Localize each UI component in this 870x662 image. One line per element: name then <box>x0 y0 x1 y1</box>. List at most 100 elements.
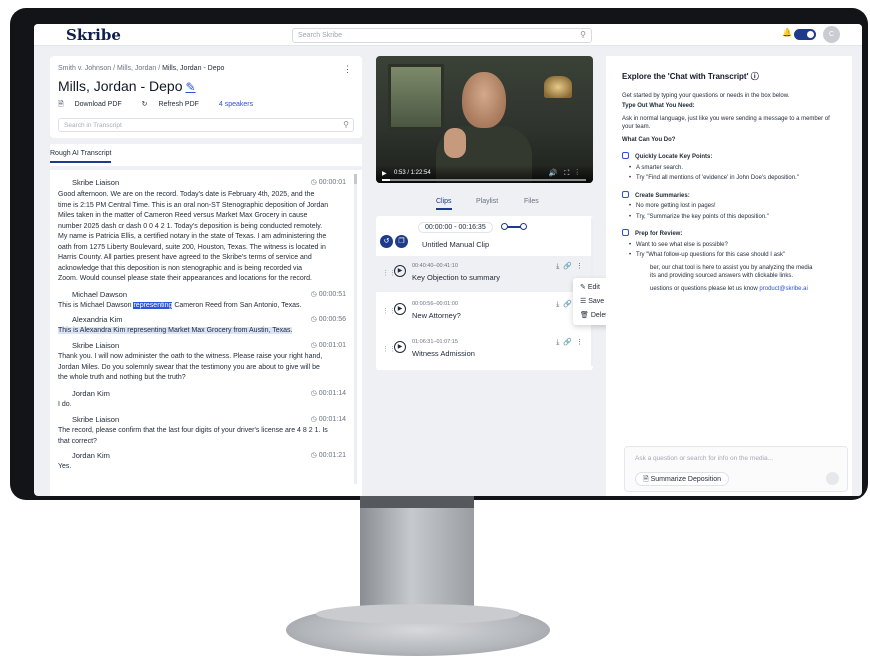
edit-pencil-icon[interactable]: ✎ <box>186 80 196 94</box>
timestamp[interactable]: ◷ 00:01:01 <box>311 341 346 349</box>
global-search-input[interactable]: Search Skribe ⚲ <box>292 28 592 43</box>
summarize-deposition-button[interactable]: 🗎 Summarize Deposition <box>635 472 730 486</box>
chat-outro-3: uestions or questions please let us know… <box>650 285 808 292</box>
more-vertical-icon[interactable]: ⋮ <box>343 64 352 75</box>
video-player[interactable]: ▶ 0:53 / 1:22:54 🔊⛶⋮ <box>376 56 593 183</box>
video-progress-bar[interactable] <box>382 179 586 181</box>
transcript-line: oath from 1275 Liberty Boulevard, suite … <box>58 243 326 251</box>
avatar[interactable]: C <box>823 26 840 43</box>
video-person-hand <box>444 128 466 158</box>
feature-bullet: Want to see what else is possible? <box>622 241 842 250</box>
feature-summaries: Create Summaries: <box>622 190 842 201</box>
info-icon[interactable]: ⓘ <box>751 72 759 81</box>
speaker-name: Skribe Liaison <box>72 341 120 350</box>
global-search-placeholder: Search Skribe <box>298 32 342 39</box>
timestamp[interactable]: ◷ 00:00:01 <box>311 178 346 186</box>
transcript-line: Harris County. All parties present have … <box>58 254 312 261</box>
tab-files[interactable]: Files <box>524 198 539 205</box>
loop-icon[interactable]: ↺ <box>380 235 393 248</box>
timestamp[interactable]: ◷ 00:00:56 <box>311 315 346 323</box>
copy-icon[interactable]: ❐ <box>395 235 408 248</box>
refresh-pdf-label: Refresh PDF <box>158 101 199 108</box>
clips-panel: ↺ ❐ 00:00:00 - 00:16:35 Untitled Manual C… <box>376 216 593 370</box>
page-title: Mills, Jordan - Depo ✎ <box>58 78 196 94</box>
transcript-line: Yes. <box>58 463 72 470</box>
speaker-name: Alexandria Kim <box>72 315 123 324</box>
monitor-stand-base-top <box>316 604 520 624</box>
clip-action-icons[interactable]: ⤓🔗⋮ <box>556 338 587 347</box>
send-icon[interactable] <box>826 472 839 485</box>
chat-input-box[interactable]: Ask a question or search for info on the… <box>624 446 848 492</box>
transcript-line: Thank you. I will now administer the oat… <box>58 353 323 360</box>
transcript-line: Zoom. Would counsel please state their a… <box>58 275 312 282</box>
feature-prep: Prep for Review: <box>622 229 842 239</box>
transcript-line: The record, please confirm that the last… <box>58 427 328 434</box>
timestamp[interactable]: ◷ 00:01:14 <box>311 389 346 397</box>
clip-range-input[interactable]: 00:00:00 - 00:16:35 <box>418 222 493 233</box>
tab-playlist[interactable]: Playlist <box>476 198 498 205</box>
app-logo[interactable]: Skribe <box>66 26 121 44</box>
volume-fullscreen-more-icons[interactable]: 🔊⛶⋮ <box>549 169 585 178</box>
deposition-header: Smith v. Johnson / Mills, Jordan / Mills… <box>50 56 362 138</box>
chat-heading: Explore the 'Chat with Transcript' ⓘ <box>622 72 759 81</box>
search-highlight: representing <box>133 302 173 309</box>
refresh-icon: ↻ <box>141 101 148 108</box>
chat-intro: Explore the 'Chat with Transcript' ⓘ Get… <box>622 72 842 293</box>
play-icon[interactable]: ▶ <box>394 303 406 315</box>
transcript-line: Good afternoon. We are on the record. To… <box>58 191 315 198</box>
document-icon <box>622 190 629 198</box>
clip-item[interactable]: ⋮⋮ ▶ 01:06:31–01:07:15 Witness Admission… <box>376 332 593 368</box>
timestamp[interactable]: ◷ 00:00:51 <box>311 290 346 298</box>
clip-time: 00:40:40–00:41:10 <box>412 263 458 269</box>
clip-title: Witness Admission <box>412 349 475 358</box>
search-icon: ⚲ <box>343 120 349 129</box>
transcript-actions: 🗎 Download PDF ↻ Refresh PDF 4 speakers <box>58 100 262 111</box>
speakers-link[interactable]: 4 speakers <box>219 101 253 108</box>
feature-bullet: Try, "Summarize the key points of this d… <box>622 213 842 222</box>
chat-outro-1: ber, our chat tool is here to assist you… <box>650 264 813 271</box>
support-email-link[interactable]: product@skribe.ai <box>759 286 807 292</box>
video-person-head <box>462 72 506 128</box>
clip-time: 00:00:56–00:01:00 <box>412 301 458 307</box>
manual-clip-controls: ↺ ❐ <box>380 230 410 248</box>
transcript-line: acknowledge that this deposition is non … <box>58 264 302 272</box>
video-time: 0:53 / 1:22:54 <box>394 170 431 176</box>
clip-action-icons[interactable]: ⤓🔗⋮ <box>556 262 587 271</box>
transcript-search-input[interactable]: Search in Transcript ⚲ <box>58 118 354 132</box>
transcript-tabs: Rough AI Transcript <box>50 144 362 166</box>
pencil-icon: ✎ <box>580 284 586 291</box>
timestamp[interactable]: ◷ 00:01:14 <box>311 415 346 423</box>
chat-outro-2: its and providing sourced answers with c… <box>650 273 794 279</box>
download-pdf-button[interactable]: 🗎 Download PDF <box>58 101 131 108</box>
play-icon[interactable]: ▶ <box>382 170 387 177</box>
transcript-line: number 2025 dash cr dash 0 0 4 2 1. Toda… <box>58 222 323 230</box>
timestamp[interactable]: ◷ 00:01:21 <box>311 451 346 459</box>
play-icon[interactable]: ▶ <box>394 341 406 353</box>
transcript-line: time is 2:15 PM Central Time. This is an… <box>58 201 329 209</box>
transcript-line: This is Alexandra Kim representing Marke… <box>58 326 362 337</box>
transcript-line: Jordan Miles. Do you solemnly swear that… <box>58 363 320 371</box>
monitor-stand-neck <box>360 496 474 610</box>
top-bar: Skribe Search Skribe ⚲ 🔔 C <box>34 24 862 46</box>
menu-item-edit[interactable]: ✎ Edit <box>580 283 600 291</box>
transcript-line: Miles taken in the matter of Cameron Ree… <box>58 212 308 219</box>
clip-item[interactable]: ⋮⋮ ▶ 00:00:56–00:01:00 New Attorney? ⤓🔗⋮ <box>376 294 593 330</box>
chat-panel: Explore the 'Chat with Transcript' ⓘ Get… <box>606 56 852 496</box>
search-icon: ⚲ <box>580 30 586 39</box>
refresh-pdf-button[interactable]: ↻ Refresh PDF <box>142 101 208 108</box>
app-screen: Skribe Search Skribe ⚲ 🔔 C Smith v. John… <box>34 24 862 496</box>
clip-item[interactable]: ⋮⋮ ▶ 00:40:40–00:41:10 Key Objection to … <box>376 256 593 292</box>
transcript-line: that correct? <box>58 437 97 445</box>
bell-icon[interactable]: 🔔 <box>782 28 792 37</box>
theme-toggle[interactable] <box>794 29 816 40</box>
calendar-icon <box>622 229 629 236</box>
tab-rough-ai-transcript[interactable]: Rough AI Transcript <box>50 150 112 163</box>
transcript-scrollbar[interactable] <box>354 174 357 484</box>
tab-clips[interactable]: Clips <box>436 198 452 210</box>
play-icon[interactable]: ▶ <box>394 265 406 277</box>
breadcrumb-witness[interactable]: Mills, Jordan <box>117 65 156 72</box>
speaker-name: Skribe Liaison <box>72 178 120 187</box>
breadcrumb-case[interactable]: Smith v. Johnson <box>58 65 111 72</box>
clip-range-slider[interactable] <box>501 223 527 230</box>
document-icon: 🗎 <box>643 476 649 483</box>
